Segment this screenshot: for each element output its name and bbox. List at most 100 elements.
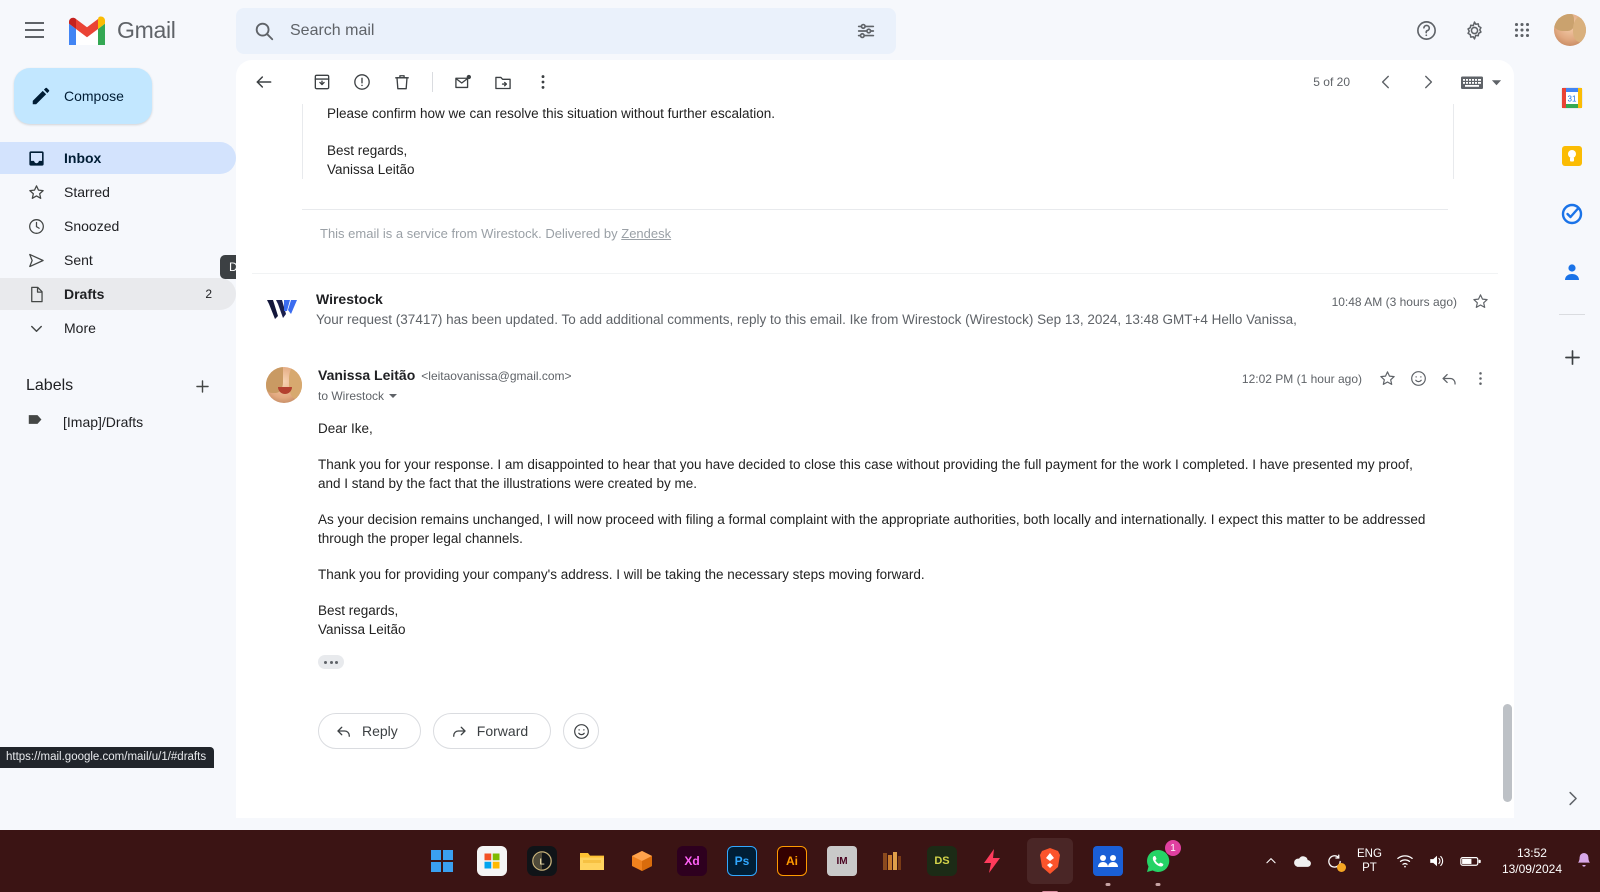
body-signoff: Best regards,: [318, 603, 399, 618]
add-reaction-icon: [572, 722, 591, 741]
plus-icon[interactable]: [193, 377, 212, 396]
bell-icon[interactable]: [1576, 852, 1592, 870]
more-vertical-icon[interactable]: [523, 62, 563, 102]
svg-text:L: L: [539, 858, 544, 867]
previous-message-line: Please confirm how we can resolve this s…: [327, 106, 775, 121]
collapsed-message-time: 10:48 AM (3 hours ago): [1331, 294, 1457, 309]
chevron-up-icon[interactable]: [1264, 854, 1278, 868]
adobe-xd-icon[interactable]: Xd: [677, 846, 707, 876]
language-indicator[interactable]: ENG PT: [1357, 847, 1382, 875]
microsoft-store-icon[interactable]: [477, 846, 507, 876]
search-options-icon[interactable]: [846, 11, 886, 51]
star-outline-icon[interactable]: [1378, 369, 1397, 388]
hamburger-icon[interactable]: [10, 6, 58, 54]
search-input[interactable]: [284, 22, 846, 40]
language-primary: ENG: [1357, 848, 1382, 860]
google-calendar-icon[interactable]: 31: [1552, 78, 1592, 118]
sidebar-item-starred[interactable]: Starred: [0, 176, 236, 208]
more-vertical-icon[interactable]: [1471, 369, 1490, 388]
onedrive-icon[interactable]: [1292, 854, 1312, 868]
battery-icon[interactable]: [1460, 854, 1482, 868]
lightning-icon[interactable]: [977, 846, 1007, 876]
top-bar: Gmail: [0, 0, 1600, 60]
add-reaction-icon[interactable]: [1409, 369, 1428, 388]
back-arrow-icon[interactable]: [244, 62, 284, 102]
forward-button[interactable]: Forward: [432, 713, 552, 749]
team-app-icon[interactable]: [1093, 846, 1123, 886]
google-contacts-icon[interactable]: [1552, 252, 1592, 292]
pencil-icon: [30, 85, 52, 107]
clock[interactable]: 13:52 13/09/2024: [1502, 845, 1562, 877]
trash-icon[interactable]: [382, 62, 422, 102]
recipient-line[interactable]: to Wirestock: [318, 389, 1242, 403]
chevron-right-icon[interactable]: [1554, 780, 1590, 816]
windows-update-icon[interactable]: [1326, 853, 1347, 872]
sidebar-item-sent[interactable]: Sent: [0, 244, 236, 276]
mail-scrollbar[interactable]: [1503, 704, 1512, 802]
drafts-count: 2: [205, 287, 212, 301]
mail-toolbar: 5 of 20: [236, 60, 1514, 104]
plus-icon[interactable]: [1552, 337, 1592, 377]
compose-button[interactable]: Compose: [14, 68, 152, 124]
adobe-photoshop-icon[interactable]: Ps: [727, 846, 757, 876]
collapsed-message-row[interactable]: Wirestock Your request (37417) has been …: [252, 273, 1498, 345]
file-explorer-icon[interactable]: [577, 846, 607, 876]
package-icon[interactable]: [627, 846, 657, 876]
input-tools-button[interactable]: [1460, 74, 1502, 91]
sidebar-item-snoozed[interactable]: Snoozed: [0, 210, 236, 242]
brave-browser-icon[interactable]: [1027, 838, 1073, 892]
move-to-folder-icon[interactable]: [483, 62, 523, 102]
star-icon: [26, 182, 46, 202]
draft-icon: [26, 284, 46, 304]
mail-body: Please confirm how we can resolve this s…: [236, 104, 1514, 818]
mark-unread-icon[interactable]: [443, 62, 483, 102]
designs-label: DS: [934, 855, 950, 867]
add-reaction-button[interactable]: [563, 713, 600, 749]
help-icon[interactable]: [1404, 8, 1448, 52]
labels-header: Labels: [0, 370, 236, 402]
gear-icon[interactable]: [1452, 8, 1496, 52]
windows-start-icon[interactable]: [427, 846, 457, 876]
running-indicator: [1105, 883, 1111, 886]
sidebar-label-item[interactable]: [Imap]/Drafts: [0, 406, 236, 438]
sender-avatar[interactable]: [266, 367, 302, 403]
account-avatar[interactable]: [1554, 14, 1586, 46]
archive-icon[interactable]: [302, 62, 342, 102]
search-bar[interactable]: [236, 8, 896, 54]
search-icon[interactable]: [244, 11, 284, 51]
designs-icon[interactable]: DS: [927, 846, 957, 876]
reply-button[interactable]: Reply: [318, 713, 421, 749]
body-greeting: Dear Ike,: [318, 421, 373, 436]
expanded-message-header: Vanissa Leitão <leitaovanissa@gmail.com>…: [260, 367, 1490, 403]
adobe-illustrator-icon[interactable]: Ai: [777, 846, 807, 876]
wifi-icon[interactable]: [1396, 853, 1414, 869]
google-keep-icon[interactable]: [1552, 136, 1592, 176]
show-trimmed-content-icon[interactable]: [318, 655, 344, 669]
gmail-wordmark: Gmail: [117, 16, 176, 43]
reply-icon[interactable]: [1440, 369, 1459, 388]
lightroom-icon[interactable]: L: [527, 846, 557, 876]
sidebar-item-more[interactable]: More: [0, 312, 236, 344]
body-paragraph-2: As your decision remains unchanged, I wi…: [318, 512, 1426, 546]
chevron-left-icon[interactable]: [1366, 62, 1406, 102]
label-icon: [26, 410, 45, 434]
apps-grid-icon[interactable]: [1500, 8, 1544, 52]
zendesk-link[interactable]: Zendesk: [621, 226, 671, 241]
star-outline-icon[interactable]: [1471, 292, 1490, 311]
update-badge: [1337, 862, 1347, 872]
google-side-panel: 31: [1544, 60, 1600, 830]
books-icon[interactable]: [877, 846, 907, 876]
report-spam-icon[interactable]: [342, 62, 382, 102]
sidebar-item-inbox[interactable]: Inbox: [0, 142, 236, 174]
whatsapp-icon[interactable]: 1: [1143, 840, 1181, 886]
toolbar-divider: [432, 72, 433, 92]
adobe-indesign-icon[interactable]: IM: [827, 846, 857, 876]
chevron-right-icon[interactable]: [1408, 62, 1448, 102]
sidebar: Compose Inbox Starred Snoozed Sent Draft…: [0, 60, 236, 830]
google-tasks-icon[interactable]: [1552, 194, 1592, 234]
keyboard-icon: [1460, 74, 1484, 91]
svg-text:31: 31: [1568, 95, 1577, 104]
volume-icon[interactable]: [1428, 853, 1446, 869]
sidebar-item-drafts[interactable]: Drafts 2: [0, 278, 236, 310]
gmail-logo-icon: [66, 15, 108, 46]
